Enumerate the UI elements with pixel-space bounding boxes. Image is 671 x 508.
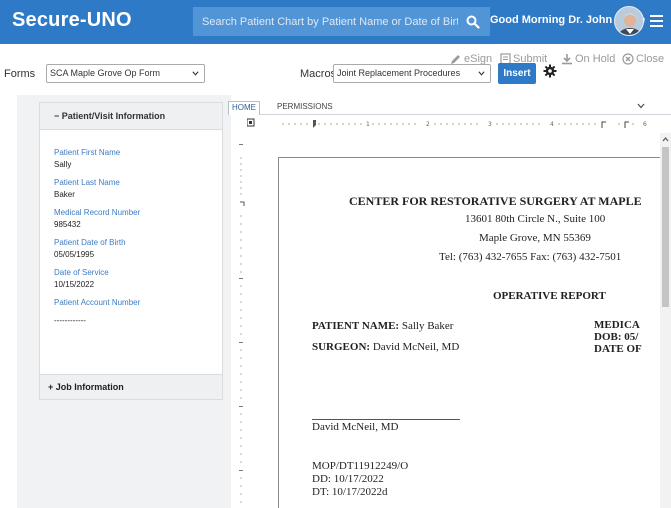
transcribed-date: DT: 10/17/2022d: [312, 486, 388, 498]
field-label: Patient Last Name: [54, 178, 120, 187]
insert-button[interactable]: Insert: [498, 63, 536, 84]
facility-name: CENTER FOR RESTORATIVE SURGERY AT MAPLE: [349, 194, 642, 208]
chevron-down-icon: [478, 71, 485, 76]
surgeon-line: SURGEON: David McNeil, MD: [312, 341, 459, 353]
medical-record-label: MEDICA: [594, 319, 640, 331]
svg-text:3: 3: [488, 121, 492, 128]
close-circle-icon: [622, 53, 634, 65]
gear-icon[interactable]: [543, 64, 557, 78]
date-of-label: DATE OF: [594, 343, 642, 355]
svg-text:1: 1: [366, 121, 370, 128]
patient-search[interactable]: [193, 7, 490, 36]
vertical-ruler: [239, 144, 245, 503]
search-icon[interactable]: [466, 15, 480, 29]
forms-select[interactable]: SCA Maple Grove Op Form: [46, 64, 205, 83]
patient-visit-fields: Patient First Name Sally Patient Last Na…: [40, 130, 222, 377]
patient-name-line: PATIENT NAME: Sally Baker: [312, 320, 453, 332]
tab-permissions[interactable]: PERMISSIONS: [274, 101, 336, 112]
document-editor: HOME PERMISSIONS 1 2 3 4 6 CENTER FOR RE…: [228, 99, 671, 508]
field-value[interactable]: Sally: [54, 160, 208, 169]
field-label: Patient Account Number: [54, 298, 141, 307]
field-label: Date of Service: [54, 268, 109, 277]
macros-label: Macros: [300, 68, 337, 80]
surgeon-value: David McNeil, MD: [372, 341, 460, 353]
collapse-icon: −: [54, 111, 62, 121]
close-button[interactable]: Close: [622, 53, 664, 65]
horizontal-ruler: 1 2 3 4 6: [247, 118, 647, 128]
signature-line: [312, 419, 460, 420]
field-value[interactable]: 985432: [54, 220, 208, 229]
left-panel: − Patient/Visit Information Patient Firs…: [17, 95, 231, 508]
form-toolbar: eSign Submit On Hold Close Forms SCA Map…: [0, 44, 671, 90]
field-label: Patient Date of Birth: [54, 238, 126, 247]
signature-name: David McNeil, MD: [312, 421, 399, 433]
scrollbar-thumb[interactable]: [662, 147, 669, 307]
patient-visit-title: Patient/Visit Information: [61, 111, 166, 121]
avatar[interactable]: [614, 6, 644, 36]
scroll-up-icon[interactable]: [660, 135, 671, 145]
field-value[interactable]: Baker: [54, 190, 208, 199]
chevron-down-icon: [192, 71, 199, 76]
field-value[interactable]: 05/05/1995: [54, 250, 208, 259]
tab-home[interactable]: HOME: [228, 101, 260, 115]
search-input[interactable]: [193, 7, 458, 36]
on-hold-label: On Hold: [575, 53, 616, 65]
job-code: MOP/DT11912249/O: [312, 460, 409, 472]
editor-scrollbar[interactable]: [660, 133, 671, 508]
download-icon: [562, 54, 572, 65]
editor-tabs: HOME PERMISSIONS: [228, 99, 671, 115]
app-logo[interactable]: Secure-UNO: [12, 9, 132, 32]
macros-select[interactable]: Joint Replacement Procedures: [333, 64, 491, 83]
svg-text:6: 6: [643, 121, 647, 128]
patient-name-label: PATIENT NAME:: [312, 320, 400, 332]
forms-select-value: SCA Maple Grove Op Form: [50, 68, 161, 78]
job-information-title: Job Information: [55, 382, 124, 392]
report-title: OPERATIVE REPORT: [493, 290, 606, 302]
patient-visit-header[interactable]: − Patient/Visit Information: [40, 103, 222, 130]
field-label: Patient First Name: [54, 148, 121, 157]
job-information-header[interactable]: + Job Information: [39, 374, 223, 400]
facility-address-line1: 13601 80th Circle N., Suite 100: [465, 213, 606, 225]
field-label: Medical Record Number: [54, 208, 141, 217]
dictated-date: DD: 10/17/2022: [312, 473, 384, 485]
chevron-down-icon[interactable]: [637, 102, 645, 110]
pen-icon: [451, 54, 460, 64]
on-hold-button[interactable]: On Hold: [561, 53, 615, 65]
surgeon-label: SURGEON:: [312, 341, 371, 353]
facility-phone: Tel: (763) 432-7655 Fax: (763) 432-7501: [439, 251, 622, 263]
facility-address-line2: Maple Grove, MN 55369: [479, 232, 591, 244]
dob-label: DOB: 05/: [594, 331, 639, 343]
macros-select-value: Joint Replacement Procedures: [337, 68, 461, 78]
forms-label: Forms: [4, 68, 36, 80]
top-header: Secure-UNO Good Morning Dr. John White: [0, 0, 671, 44]
close-label: Close: [636, 53, 665, 65]
patient-name-value: Sally Baker: [401, 320, 454, 332]
patient-visit-card: − Patient/Visit Information Patient Firs…: [39, 102, 223, 378]
field-value[interactable]: 10/15/2022: [54, 280, 208, 289]
hamburger-menu-icon[interactable]: [650, 15, 663, 27]
svg-text:4: 4: [550, 121, 554, 128]
svg-text:2: 2: [426, 121, 430, 128]
user-avatar-icon: [615, 7, 643, 35]
field-value[interactable]: ------------: [54, 316, 208, 325]
expand-icon: +: [48, 382, 56, 392]
document-page[interactable]: CENTER FOR RESTORATIVE SURGERY AT MAPLE …: [278, 157, 660, 508]
